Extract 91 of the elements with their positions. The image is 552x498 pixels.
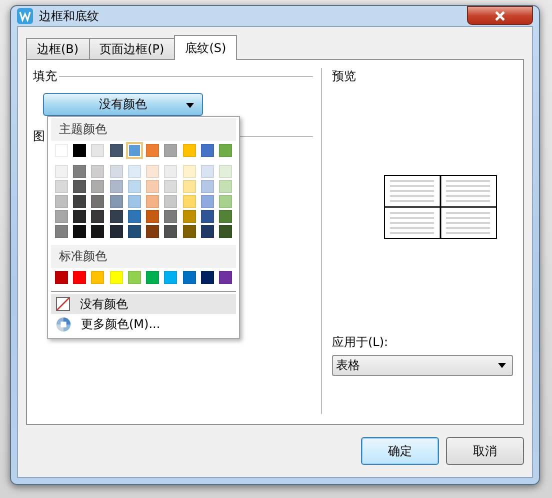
- color-swatch[interactable]: [91, 165, 104, 178]
- color-swatch[interactable]: [200, 165, 214, 178]
- color-swatch[interactable]: [91, 210, 104, 223]
- color-swatch[interactable]: [73, 144, 86, 157]
- color-swatch[interactable]: [128, 225, 141, 238]
- color-swatch[interactable]: [91, 225, 104, 238]
- color-swatch[interactable]: [164, 210, 178, 223]
- color-swatch[interactable]: [218, 225, 232, 238]
- color-swatch[interactable]: [110, 271, 123, 284]
- section-heading: 标准颜色: [51, 245, 236, 268]
- no-color-icon: [56, 297, 70, 311]
- color-swatch[interactable]: [55, 225, 68, 238]
- color-swatch[interactable]: [182, 180, 196, 193]
- color-swatch[interactable]: [128, 144, 141, 157]
- color-swatch[interactable]: [218, 210, 232, 223]
- section-label: 预览: [332, 68, 357, 85]
- color-swatch[interactable]: [200, 225, 214, 238]
- color-swatch[interactable]: [146, 144, 160, 157]
- color-swatch[interactable]: [164, 195, 178, 208]
- color-swatch[interactable]: [128, 180, 141, 193]
- color-swatch[interactable]: [182, 195, 196, 208]
- color-swatch[interactable]: [128, 195, 141, 208]
- color-swatch[interactable]: [91, 144, 104, 157]
- color-swatch[interactable]: [146, 180, 160, 193]
- color-swatch[interactable]: [55, 210, 68, 223]
- window-title: 边框和底纹: [39, 8, 100, 24]
- color-swatch[interactable]: [110, 144, 123, 157]
- color-swatch[interactable]: [110, 180, 123, 193]
- color-swatch[interactable]: [182, 271, 196, 284]
- color-swatch[interactable]: [200, 195, 214, 208]
- tab[interactable]: 页面边框(P): [88, 38, 176, 59]
- color-swatch[interactable]: [55, 195, 68, 208]
- caret-icon: [498, 363, 506, 368]
- color-swatch[interactable]: [110, 225, 123, 238]
- group-label: 填充: [33, 68, 57, 85]
- color-swatch[interactable]: [218, 195, 232, 208]
- color-swatch[interactable]: [91, 180, 104, 193]
- color-swatch[interactable]: [200, 180, 214, 193]
- caret-icon: [186, 103, 194, 108]
- color-swatch[interactable]: [110, 210, 123, 223]
- color-swatch[interactable]: [128, 165, 141, 178]
- close-button[interactable]: [467, 6, 533, 25]
- tab[interactable]: 边框(B): [26, 38, 90, 59]
- color-swatch[interactable]: [73, 180, 86, 193]
- color-swatch[interactable]: [55, 165, 68, 178]
- color-swatch[interactable]: [146, 210, 160, 223]
- color-swatch[interactable]: [218, 144, 232, 157]
- color-swatch[interactable]: [146, 225, 160, 238]
- dialog-button[interactable]: 确定: [361, 437, 439, 465]
- color-swatch[interactable]: [73, 225, 86, 238]
- color-swatch[interactable]: [182, 165, 196, 178]
- app-icon: [17, 8, 33, 24]
- color-swatch[interactable]: [73, 195, 86, 208]
- close-icon: [494, 10, 506, 20]
- group-label: 图: [33, 128, 45, 145]
- color-swatch[interactable]: [73, 210, 86, 223]
- color-swatch[interactable]: [128, 210, 141, 223]
- color-swatch[interactable]: [164, 225, 178, 238]
- color-swatch[interactable]: [182, 144, 196, 157]
- color-swatch[interactable]: [146, 271, 160, 284]
- color-swatch[interactable]: [200, 144, 214, 157]
- color-swatch[interactable]: [55, 271, 68, 284]
- color-swatch[interactable]: [110, 195, 123, 208]
- fill-color-dropdown[interactable]: 没有颜色: [43, 93, 203, 116]
- color-swatch[interactable]: [55, 180, 68, 193]
- color-swatch[interactable]: [91, 271, 104, 284]
- color-swatch[interactable]: [164, 180, 178, 193]
- dialog-button[interactable]: 取消: [446, 437, 524, 465]
- color-swatch[interactable]: [164, 271, 178, 284]
- color-swatch[interactable]: [73, 165, 86, 178]
- menu-item[interactable]: 没有颜色: [51, 294, 236, 314]
- tab[interactable]: 底纹(S): [174, 35, 238, 60]
- color-swatch[interactable]: [164, 144, 178, 157]
- color-swatch[interactable]: [146, 195, 160, 208]
- color-swatch[interactable]: [200, 271, 214, 284]
- color-swatch[interactable]: [218, 271, 232, 284]
- color-swatch[interactable]: [73, 271, 86, 284]
- color-swatch[interactable]: [110, 165, 123, 178]
- color-swatch[interactable]: [218, 180, 232, 193]
- color-swatch[interactable]: [218, 165, 232, 178]
- color-swatch[interactable]: [182, 225, 196, 238]
- color-swatch[interactable]: [200, 210, 214, 223]
- apply-to-dropdown[interactable]: 表格: [332, 355, 513, 376]
- color-swatch[interactable]: [146, 165, 160, 178]
- field-label: 应用于(L):: [332, 334, 390, 351]
- color-wheel-icon: [56, 316, 71, 332]
- section-heading: 主题颜色: [51, 118, 236, 141]
- color-swatch[interactable]: [128, 271, 141, 284]
- color-swatch[interactable]: [164, 165, 178, 178]
- color-swatch[interactable]: [91, 195, 104, 208]
- color-swatch[interactable]: [182, 210, 196, 223]
